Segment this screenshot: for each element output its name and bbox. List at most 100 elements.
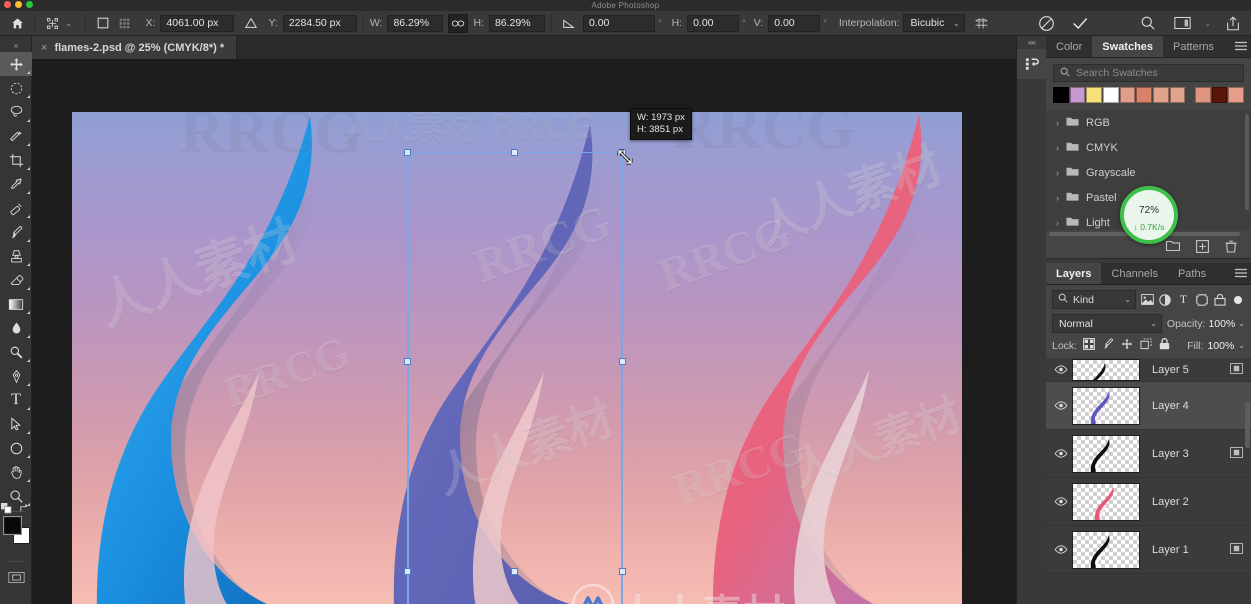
chevron-right-icon[interactable]: ›: [1056, 168, 1059, 178]
ellipse-tool[interactable]: [0, 436, 32, 460]
rotate-input[interactable]: 0.00: [582, 14, 655, 32]
filter-smart-object-icon[interactable]: [1213, 290, 1227, 309]
swap-colors-icon[interactable]: [19, 503, 30, 516]
tab-layers[interactable]: Layers: [1046, 263, 1102, 284]
crop-tool[interactable]: [0, 148, 32, 172]
layer-row[interactable]: Layer 5: [1046, 358, 1251, 382]
pen-tool[interactable]: [0, 364, 32, 388]
layer-visibility-toggle[interactable]: [1050, 449, 1072, 458]
transform-handle-bottom-center[interactable]: [511, 568, 518, 575]
color-chips[interactable]: [0, 503, 32, 549]
x-input[interactable]: 4061.00 px: [160, 14, 235, 32]
rectangular-marquee-tool[interactable]: [0, 76, 32, 100]
layer-kind-select[interactable]: Kind ⌄: [1052, 290, 1136, 309]
type-tool[interactable]: T: [0, 388, 32, 412]
swatch-chip[interactable]: [1228, 87, 1245, 103]
expand-panels-button[interactable]: ««: [1017, 36, 1046, 49]
chevron-right-icon[interactable]: ›: [1056, 193, 1059, 203]
y-input[interactable]: 2284.50 px: [282, 14, 357, 32]
new-group-icon[interactable]: [1165, 240, 1181, 255]
chevron-down-icon[interactable]: ⌄: [1238, 341, 1245, 350]
layer-name[interactable]: Layer 5: [1152, 364, 1230, 376]
new-swatch-icon[interactable]: [1196, 239, 1209, 256]
transform-handle-bottom-right[interactable]: [619, 568, 626, 575]
layer-list[interactable]: Layer 5 Layer 4 Layer 3 Layer 2 Layer 1: [1046, 358, 1251, 574]
w-input[interactable]: 86.29%: [387, 14, 444, 32]
transform-handle-middle-left[interactable]: [404, 358, 411, 365]
search-icon[interactable]: [1136, 11, 1160, 35]
warp-mode-icon[interactable]: [971, 12, 993, 34]
panel-menu-icon[interactable]: [1235, 41, 1247, 54]
layer-name[interactable]: Layer 3: [1152, 448, 1230, 460]
layer-name[interactable]: Layer 1: [1152, 544, 1230, 556]
swatch-group-grayscale[interactable]: › Grayscale: [1046, 160, 1251, 185]
filter-type-icon[interactable]: T: [1176, 290, 1190, 309]
chevron-right-icon[interactable]: ›: [1056, 118, 1059, 128]
h-input[interactable]: 86.29%: [488, 14, 545, 32]
eyedropper-tool[interactable]: [0, 172, 32, 196]
lock-transparent-pixels-icon[interactable]: [1083, 338, 1096, 353]
relative-position-icon[interactable]: [240, 12, 262, 34]
lock-position-icon[interactable]: [1121, 338, 1133, 353]
lock-artboard-nesting-icon[interactable]: [1140, 338, 1152, 353]
delete-swatch-icon[interactable]: [1225, 240, 1237, 256]
skew-h-input[interactable]: 0.00: [687, 14, 740, 32]
layer-fx-badge[interactable]: [1230, 446, 1243, 461]
layer-name[interactable]: Layer 4: [1152, 400, 1251, 412]
eraser-tool[interactable]: [0, 268, 32, 292]
filter-toggle-icon[interactable]: [1231, 290, 1245, 309]
cancel-transform-icon[interactable]: [1034, 11, 1058, 35]
chevron-right-icon[interactable]: ›: [1056, 143, 1059, 153]
transform-handle-top-left[interactable]: [404, 149, 411, 156]
fill-control[interactable]: Fill: 100% ⌄: [1187, 340, 1245, 352]
brush-tool[interactable]: [0, 220, 32, 244]
opacity-value[interactable]: 100%: [1208, 318, 1235, 330]
swatch-chip[interactable]: [1119, 87, 1136, 103]
swatch-chip[interactable]: [1195, 87, 1211, 103]
move-tool-preset-icon[interactable]: [41, 12, 63, 34]
swatch-chip[interactable]: [1211, 87, 1228, 103]
workspace-switcher-icon[interactable]: [1170, 11, 1194, 35]
layer-thumbnail[interactable]: [1072, 434, 1140, 473]
share-icon[interactable]: [1221, 11, 1245, 35]
canvas-area[interactable]: RRCG RRCG 人人素材 RRCG 人人素材 RRCG RRCG 人人素材 …: [32, 60, 1036, 604]
layer-fx-badge[interactable]: [1230, 362, 1243, 377]
tab-channels[interactable]: Channels: [1101, 263, 1167, 284]
layer-visibility-toggle[interactable]: [1050, 497, 1072, 506]
swatch-chip[interactable]: [1102, 87, 1119, 103]
rotate-angle-icon[interactable]: [558, 12, 580, 34]
toolbar-collapse-button[interactable]: »: [0, 38, 31, 52]
blend-mode-select[interactable]: Normal ⌄: [1052, 314, 1162, 333]
preset-chevron-icon[interactable]: ⌄: [65, 18, 73, 29]
skew-v-input[interactable]: 0.00: [768, 14, 821, 32]
history-actions-icon[interactable]: [1017, 49, 1047, 79]
swatches-vertical-scrollbar[interactable]: [1245, 114, 1249, 210]
home-icon[interactable]: [6, 12, 28, 34]
transform-bounding-box[interactable]: [407, 152, 623, 604]
tab-swatches[interactable]: Swatches: [1092, 36, 1164, 57]
layer-thumbnail[interactable]: [1072, 386, 1140, 425]
close-icon[interactable]: ×: [41, 42, 47, 54]
swatch-chip[interactable]: [1053, 87, 1069, 103]
swatch-group-cmyk[interactable]: › CMYK: [1046, 135, 1251, 160]
object-selection-tool[interactable]: [0, 124, 32, 148]
layer-thumbnail[interactable]: [1072, 482, 1140, 521]
path-selection-tool[interactable]: [0, 412, 32, 436]
swatch-chip[interactable]: [1136, 87, 1152, 103]
layer-row[interactable]: Layer 2: [1046, 478, 1251, 526]
workspace-chevron-icon[interactable]: ⌄: [1204, 19, 1211, 28]
layer-visibility-toggle[interactable]: [1050, 401, 1072, 410]
transform-handle-bottom-left[interactable]: [404, 568, 411, 575]
clone-stamp-tool[interactable]: [0, 244, 32, 268]
chevron-down-icon[interactable]: ⌄: [1238, 319, 1245, 328]
swatch-chip[interactable]: [1086, 87, 1102, 103]
layer-thumbnail[interactable]: [1072, 530, 1140, 569]
reference-point-icon[interactable]: [92, 12, 114, 34]
reference-point-grid-icon[interactable]: [114, 12, 136, 34]
layer-row[interactable]: Layer 4: [1046, 382, 1251, 430]
commit-transform-icon[interactable]: [1068, 11, 1092, 35]
foreground-color-chip[interactable]: [4, 517, 21, 534]
swatch-color-strip[interactable]: [1046, 87, 1251, 110]
lock-all-icon[interactable]: [1159, 338, 1170, 353]
search-swatches-input[interactable]: Search Swatches: [1053, 64, 1244, 82]
